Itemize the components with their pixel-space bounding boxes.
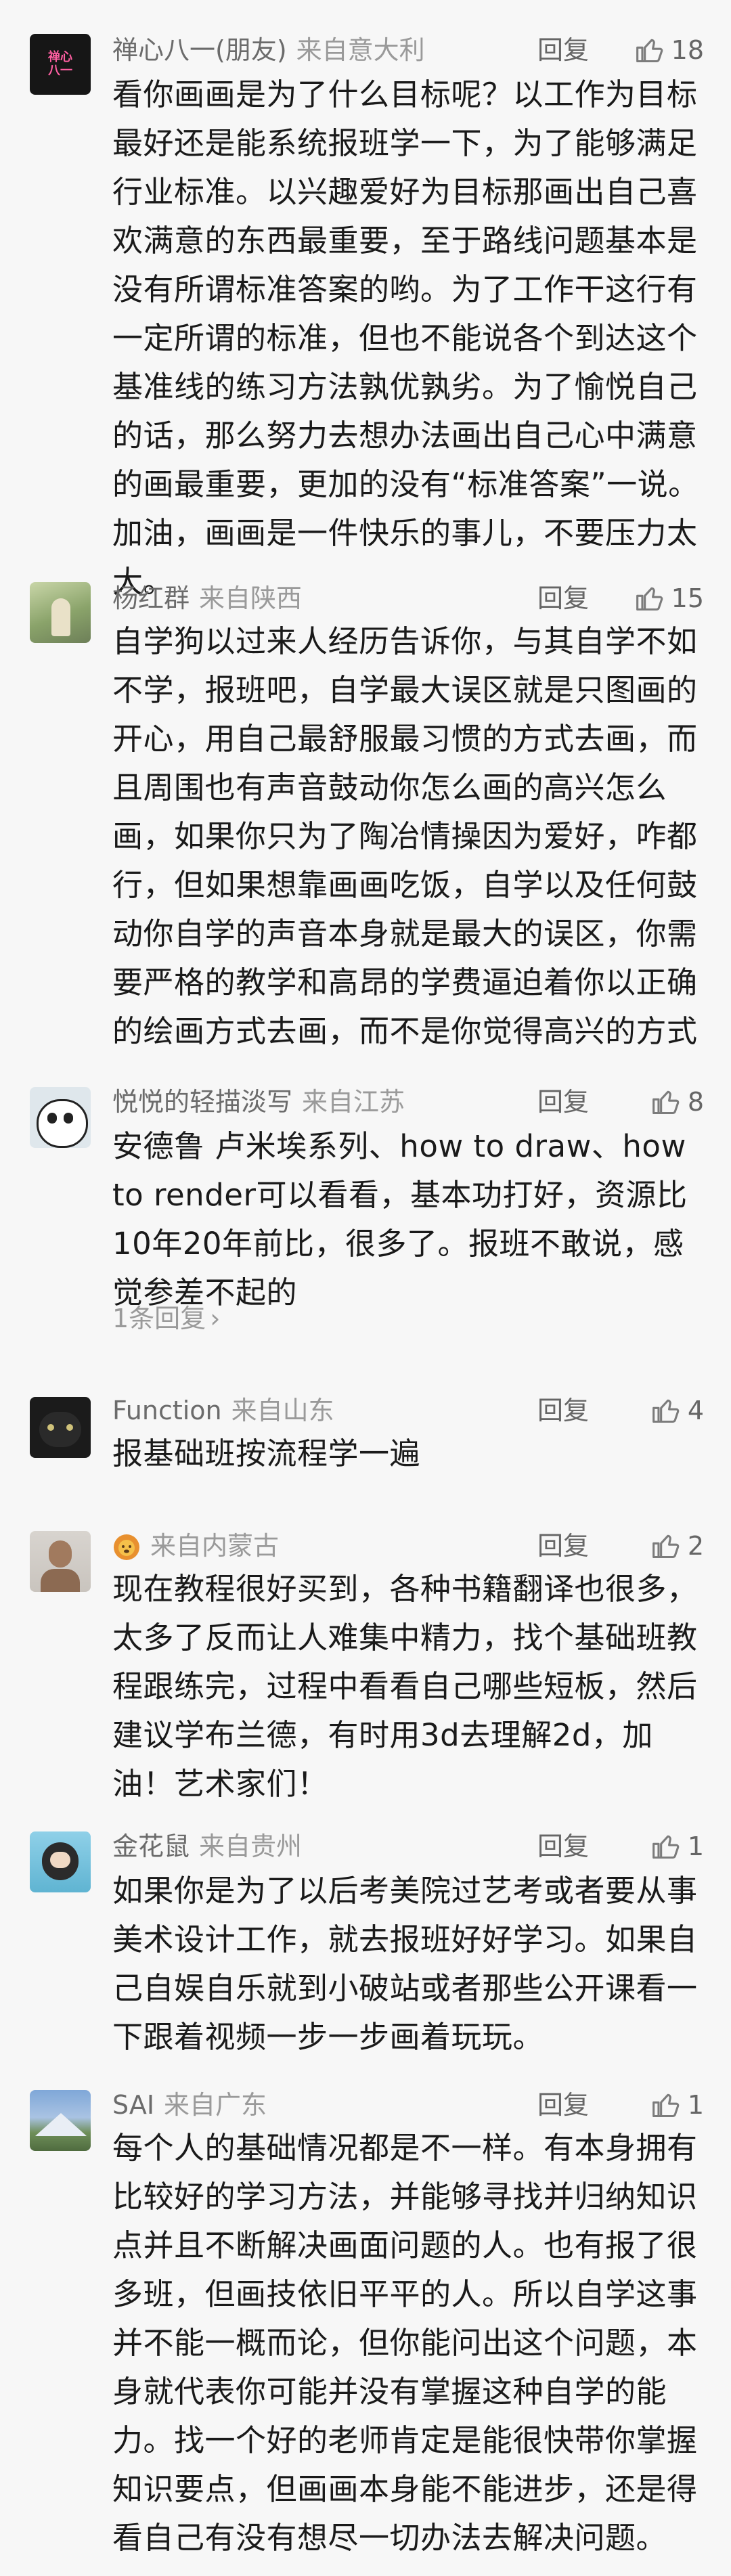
like-button[interactable]: 2: [651, 1526, 704, 1566]
avatar-panda-eye: [64, 1113, 73, 1124]
avatar-person-head: [49, 1540, 72, 1568]
like-button[interactable]: 1: [651, 1826, 704, 1867]
thumbs-up-icon: [651, 1831, 681, 1861]
commenter-name[interactable]: SAI: [112, 2090, 154, 2120]
avatar[interactable]: [30, 1397, 91, 1458]
commenter-location: 来自山东: [231, 1396, 334, 1425]
avatar-face: [50, 1852, 70, 1868]
chevron-right-icon: ›: [210, 1304, 221, 1333]
comment-text: 现在教程很好买到，各种书籍翻译也很多，太多了反而让人难集中精力，找个基础班教程跟…: [112, 1571, 698, 1802]
reply-button[interactable]: 回复: [537, 2085, 589, 2125]
replies-count: 1条回复: [112, 1304, 206, 1333]
like-count: 1: [687, 1831, 704, 1861]
avatar[interactable]: 禅心 八一: [30, 34, 91, 95]
commenter-location: 来自广东: [164, 2090, 267, 2120]
commenter-location: 来自内蒙古: [150, 1531, 280, 1561]
view-replies-link[interactable]: 1条回复 ›: [112, 1298, 220, 1339]
avatar-figure: [51, 598, 70, 636]
thumbs-up-icon: [651, 1531, 681, 1561]
avatar-label: 禅心 八一: [48, 50, 72, 78]
commenter-location: 来自陕西: [199, 583, 303, 613]
like-button[interactable]: 18: [635, 30, 704, 70]
comment-text: 每个人的基础情况都是不一样。有本身拥有比较好的学习方法，并能够寻找并归纳知识点并…: [112, 2130, 698, 2556]
thumbs-up-icon: [635, 583, 665, 613]
comment-text: 自学狗以过来人经历告诉你，与其自学不如不学，报班吧，自学最大误区就是只图画的开心…: [112, 623, 698, 1049]
reply-button[interactable]: 回复: [537, 1826, 589, 1867]
avatar[interactable]: [30, 2090, 91, 2151]
commenter-name[interactable]: 禅心八一(朋友): [112, 35, 287, 65]
avatar-panda-body: [37, 1099, 88, 1148]
like-count: 8: [687, 1087, 704, 1117]
commenter-location: 来自贵州: [199, 1831, 303, 1861]
like-count: 4: [687, 1396, 704, 1425]
avatar-cat-eye: [66, 1424, 73, 1431]
comment-text: 安德鲁 卢米埃系列、how to draw、how to render可以看看，…: [112, 1128, 688, 1310]
avatar-cat-eye: [47, 1424, 54, 1431]
commenter-location: 来自意大利: [296, 35, 425, 65]
commenter-name[interactable]: 悦悦的轻描淡写: [112, 1087, 292, 1117]
thumbs-up-icon: [651, 2090, 681, 2120]
commenter-name[interactable]: Function: [112, 1396, 222, 1425]
avatar-panda-eye: [47, 1113, 57, 1124]
avatar-cat-face: [39, 1412, 81, 1447]
avatar-person-body: [41, 1569, 80, 1592]
like-count: 2: [687, 1531, 704, 1561]
avatar[interactable]: [30, 582, 91, 643]
like-count: 15: [671, 583, 704, 613]
avatar[interactable]: [30, 1531, 91, 1592]
like-count: 18: [671, 35, 704, 65]
commenter-name[interactable]: 杨红群: [112, 583, 190, 613]
reply-button[interactable]: 回复: [537, 30, 589, 70]
comment-text: 报基础班按流程学一遍: [112, 1436, 421, 1471]
like-button[interactable]: 8: [651, 1082, 704, 1122]
like-button[interactable]: 15: [635, 578, 704, 619]
reply-button[interactable]: 回复: [537, 578, 589, 619]
commenter-location: 来自江苏: [302, 1087, 405, 1117]
avatar-mountain: [35, 2113, 87, 2136]
lion-emoji-icon: [112, 1532, 141, 1560]
reply-button[interactable]: 回复: [537, 1526, 589, 1566]
like-count: 1: [687, 2090, 704, 2120]
comment-text: 看你画画是为了什么目标呢？以工作为目标最好还是能系统报班学一下，为了能够满足行业…: [112, 76, 699, 600]
thumbs-up-icon: [651, 1087, 681, 1117]
comment-text: 如果你是为了以后考美院过艺考或者要从事美术设计工作，就去报班好好学习。如果自己自…: [112, 1873, 698, 2055]
like-button[interactable]: 1: [651, 2085, 704, 2125]
reply-button[interactable]: 回复: [537, 1082, 589, 1122]
commenter-name[interactable]: 金花鼠: [112, 1831, 190, 1861]
like-button[interactable]: 4: [651, 1390, 704, 1431]
reply-button[interactable]: 回复: [537, 1390, 589, 1431]
avatar[interactable]: [30, 1087, 91, 1148]
avatar[interactable]: [30, 1831, 91, 1892]
thumbs-up-icon: [635, 35, 665, 65]
thumbs-up-icon: [651, 1396, 681, 1425]
